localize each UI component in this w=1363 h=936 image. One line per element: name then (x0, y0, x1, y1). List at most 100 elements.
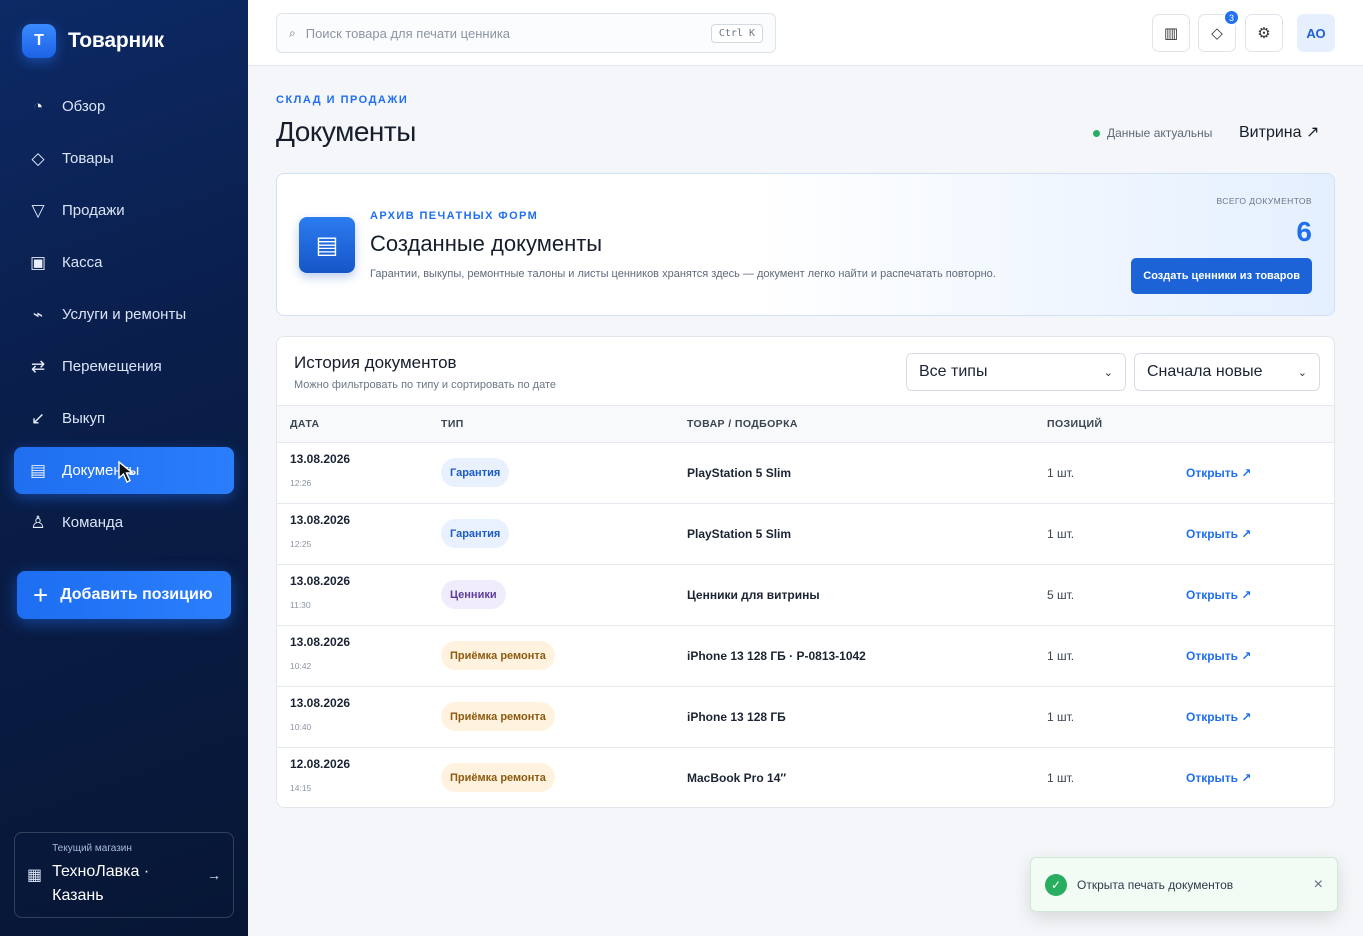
brand-name: Товарник (68, 29, 164, 52)
type-badge: Гарантия (441, 519, 510, 548)
row-date: 13.08.2026 (290, 452, 351, 466)
plus-icon: + (33, 580, 49, 610)
barcode-button[interactable]: ▥ (1152, 14, 1190, 52)
sidebar-item-label: Перемещения (62, 358, 162, 375)
create-price-tags-button[interactable]: Создать ценники из товаров (1131, 258, 1312, 294)
type-filter-select[interactable]: Все типы ⌄ (906, 353, 1126, 391)
open-document-link[interactable]: Открыть ↗ (1186, 710, 1251, 724)
topbar: ⌕ Ctrl K ▥ ◇ 3 ⚙ АО (248, 0, 1363, 66)
type-badge: Ценники (441, 580, 506, 609)
storefront-link[interactable]: Витрина ↗ (1239, 122, 1319, 142)
row-qty: 1 шт. (1047, 771, 1075, 785)
store-caption: Текущий магазин (52, 842, 132, 854)
transfer-icon: ⇄ (30, 356, 46, 376)
column-qty[interactable]: ПОЗИЦИЙ (1047, 418, 1102, 430)
open-document-link[interactable]: Открыть ↗ (1186, 588, 1251, 602)
sort-value: Сначала новые (1147, 363, 1263, 380)
toast-notification: ✓ Открыта печать документов × (1030, 857, 1338, 912)
history-subtitle: Можно фильтровать по типу и сортировать … (294, 379, 557, 391)
row-item: PlayStation 5 Slim (687, 466, 792, 480)
row-time: 12:25 (290, 539, 312, 549)
documents-history-panel: История документов Можно фильтровать по … (276, 336, 1335, 808)
total-documents-caption: ВСЕГО ДОКУМЕНТОВ (1216, 196, 1312, 206)
row-qty: 1 шт. (1047, 527, 1075, 541)
sidebar-item-3[interactable]: ▣ Касса (14, 239, 234, 286)
row-date: 13.08.2026 (290, 574, 351, 588)
team-icon: ♙ (30, 512, 46, 532)
settings-button[interactable]: ⚙ (1245, 14, 1283, 52)
open-document-link[interactable]: Открыть ↗ (1186, 466, 1251, 480)
hero-eyebrow: АРХИВ ПЕЧАТНЫХ ФОРМ (370, 210, 539, 222)
table-row: 13.08.2026 10:42 Приёмка ремонта iPhone 13 … (277, 626, 1334, 687)
open-document-link[interactable]: Открыть ↗ (1186, 771, 1251, 785)
sidebar-item-2[interactable]: ▽ Продажи (14, 187, 234, 234)
sidebar-item-6[interactable]: ↙ Выкуп (14, 395, 234, 442)
brand[interactable]: T Товарник (22, 24, 164, 58)
row-item: MacBook Pro 14″ (687, 771, 787, 785)
search-input[interactable] (305, 25, 701, 41)
sort-select[interactable]: Сначала новые ⌄ (1134, 353, 1320, 391)
table-row: 13.08.2026 11:30 Ценники Ценники для витрин… (277, 565, 1334, 626)
funnel-icon: ▽ (31, 200, 45, 220)
sidebar-item-8[interactable]: ♙ Команда (14, 499, 234, 546)
sidebar: T Товарник ◔ Обзор ◇ Товары ▽ Продажи ▣ Касса ⌁ У… (0, 0, 248, 936)
column-item[interactable]: ТОВАР / ПОДБОРКА (687, 418, 798, 430)
column-date[interactable]: ДАТА (290, 418, 319, 430)
open-document-link[interactable]: Открыть ↗ (1186, 649, 1251, 663)
table-row: 12.08.2026 14:15 Приёмка ремонта MacBook Pr… (277, 748, 1334, 807)
status-text: Данные актуальны (1107, 126, 1213, 140)
hero-description: Гарантии, выкупы, ремонтные талоны и лис… (370, 268, 996, 280)
row-time: 10:42 (290, 661, 312, 671)
open-document-link[interactable]: Открыть ↗ (1186, 527, 1251, 541)
add-position-label: Добавить позицию (60, 586, 213, 603)
type-badge: Приёмка ремонта (441, 763, 555, 792)
buyback-icon: ↙ (30, 408, 46, 428)
search-icon: ⌕ (289, 25, 296, 40)
search-shortcut: Ctrl K (710, 23, 763, 43)
sidebar-item-label: Команда (62, 514, 124, 531)
wrench-icon: ⌁ (32, 304, 44, 324)
row-qty: 1 шт. (1047, 649, 1075, 663)
status-dot-icon (1093, 129, 1100, 137)
sidebar-item-label: Товары (62, 150, 114, 167)
sidebar-item-5[interactable]: ⇄ Перемещения (14, 343, 234, 390)
row-qty: 5 шт. (1047, 588, 1075, 602)
table-row: 13.08.2026 12:25 Гарантия PlayStation 5 Sli… (277, 504, 1334, 565)
notifications-button[interactable]: ◇ 3 (1198, 9, 1240, 52)
add-position-button[interactable]: + Добавить позицию (17, 571, 231, 619)
barcode-icon: ▥ (1163, 25, 1179, 42)
store-name: ТехноЛавка · Казань (52, 862, 150, 904)
close-icon[interactable]: × (1314, 876, 1323, 894)
sidebar-item-4[interactable]: ⌁ Услуги и ремонты (14, 291, 234, 338)
data-status: Данные актуальны (1093, 126, 1212, 140)
current-store-switcher[interactable]: ▦ Текущий магазин ТехноЛавка · Казань → (14, 832, 234, 918)
sidebar-item-1[interactable]: ◇ Товары (14, 135, 234, 182)
avatar[interactable]: АО (1297, 14, 1335, 52)
row-date: 13.08.2026 (290, 696, 351, 710)
sidebar-item-0[interactable]: ◔ Обзор (14, 83, 234, 130)
notifications-badge: 3 (1223, 9, 1240, 26)
column-type[interactable]: ТИП (441, 418, 464, 430)
check-icon: ✓ (1045, 873, 1067, 896)
register-icon: ▣ (29, 252, 47, 272)
brand-logo: T (22, 24, 56, 58)
notifications-icon: ◇ (1211, 25, 1223, 42)
chevron-down-icon: ⌄ (1297, 366, 1307, 379)
table-header: ДАТА ТИП ТОВАР / ПОДБОРКА ПОЗИЦИЙ (277, 405, 1334, 443)
tag-icon: ◇ (31, 148, 45, 168)
row-item: Ценники для витрины (687, 588, 820, 602)
mouse-cursor-icon (118, 460, 135, 483)
search-box[interactable]: ⌕ Ctrl K (276, 13, 776, 53)
row-item: PlayStation 5 Slim (687, 527, 792, 541)
type-badge: Приёмка ремонта (441, 702, 555, 731)
sidebar-item-label: Услуги и ремонты (62, 306, 187, 323)
total-documents-count: 6 (1296, 216, 1312, 247)
store-icon: ▦ (27, 867, 43, 884)
documents-archive-card: ▤ АРХИВ ПЕЧАТНЫХ ФОРМ Созданные документ… (276, 173, 1335, 316)
hero-title: Созданные документы (370, 231, 603, 256)
table-row: 13.08.2026 12:26 Гарантия PlayStation 5 Sli… (277, 443, 1334, 504)
sidebar-item-label: Касса (62, 254, 103, 271)
row-qty: 1 шт. (1047, 466, 1075, 480)
dashboard-icon: ◔ (32, 96, 44, 116)
row-time: 10:40 (290, 722, 312, 732)
